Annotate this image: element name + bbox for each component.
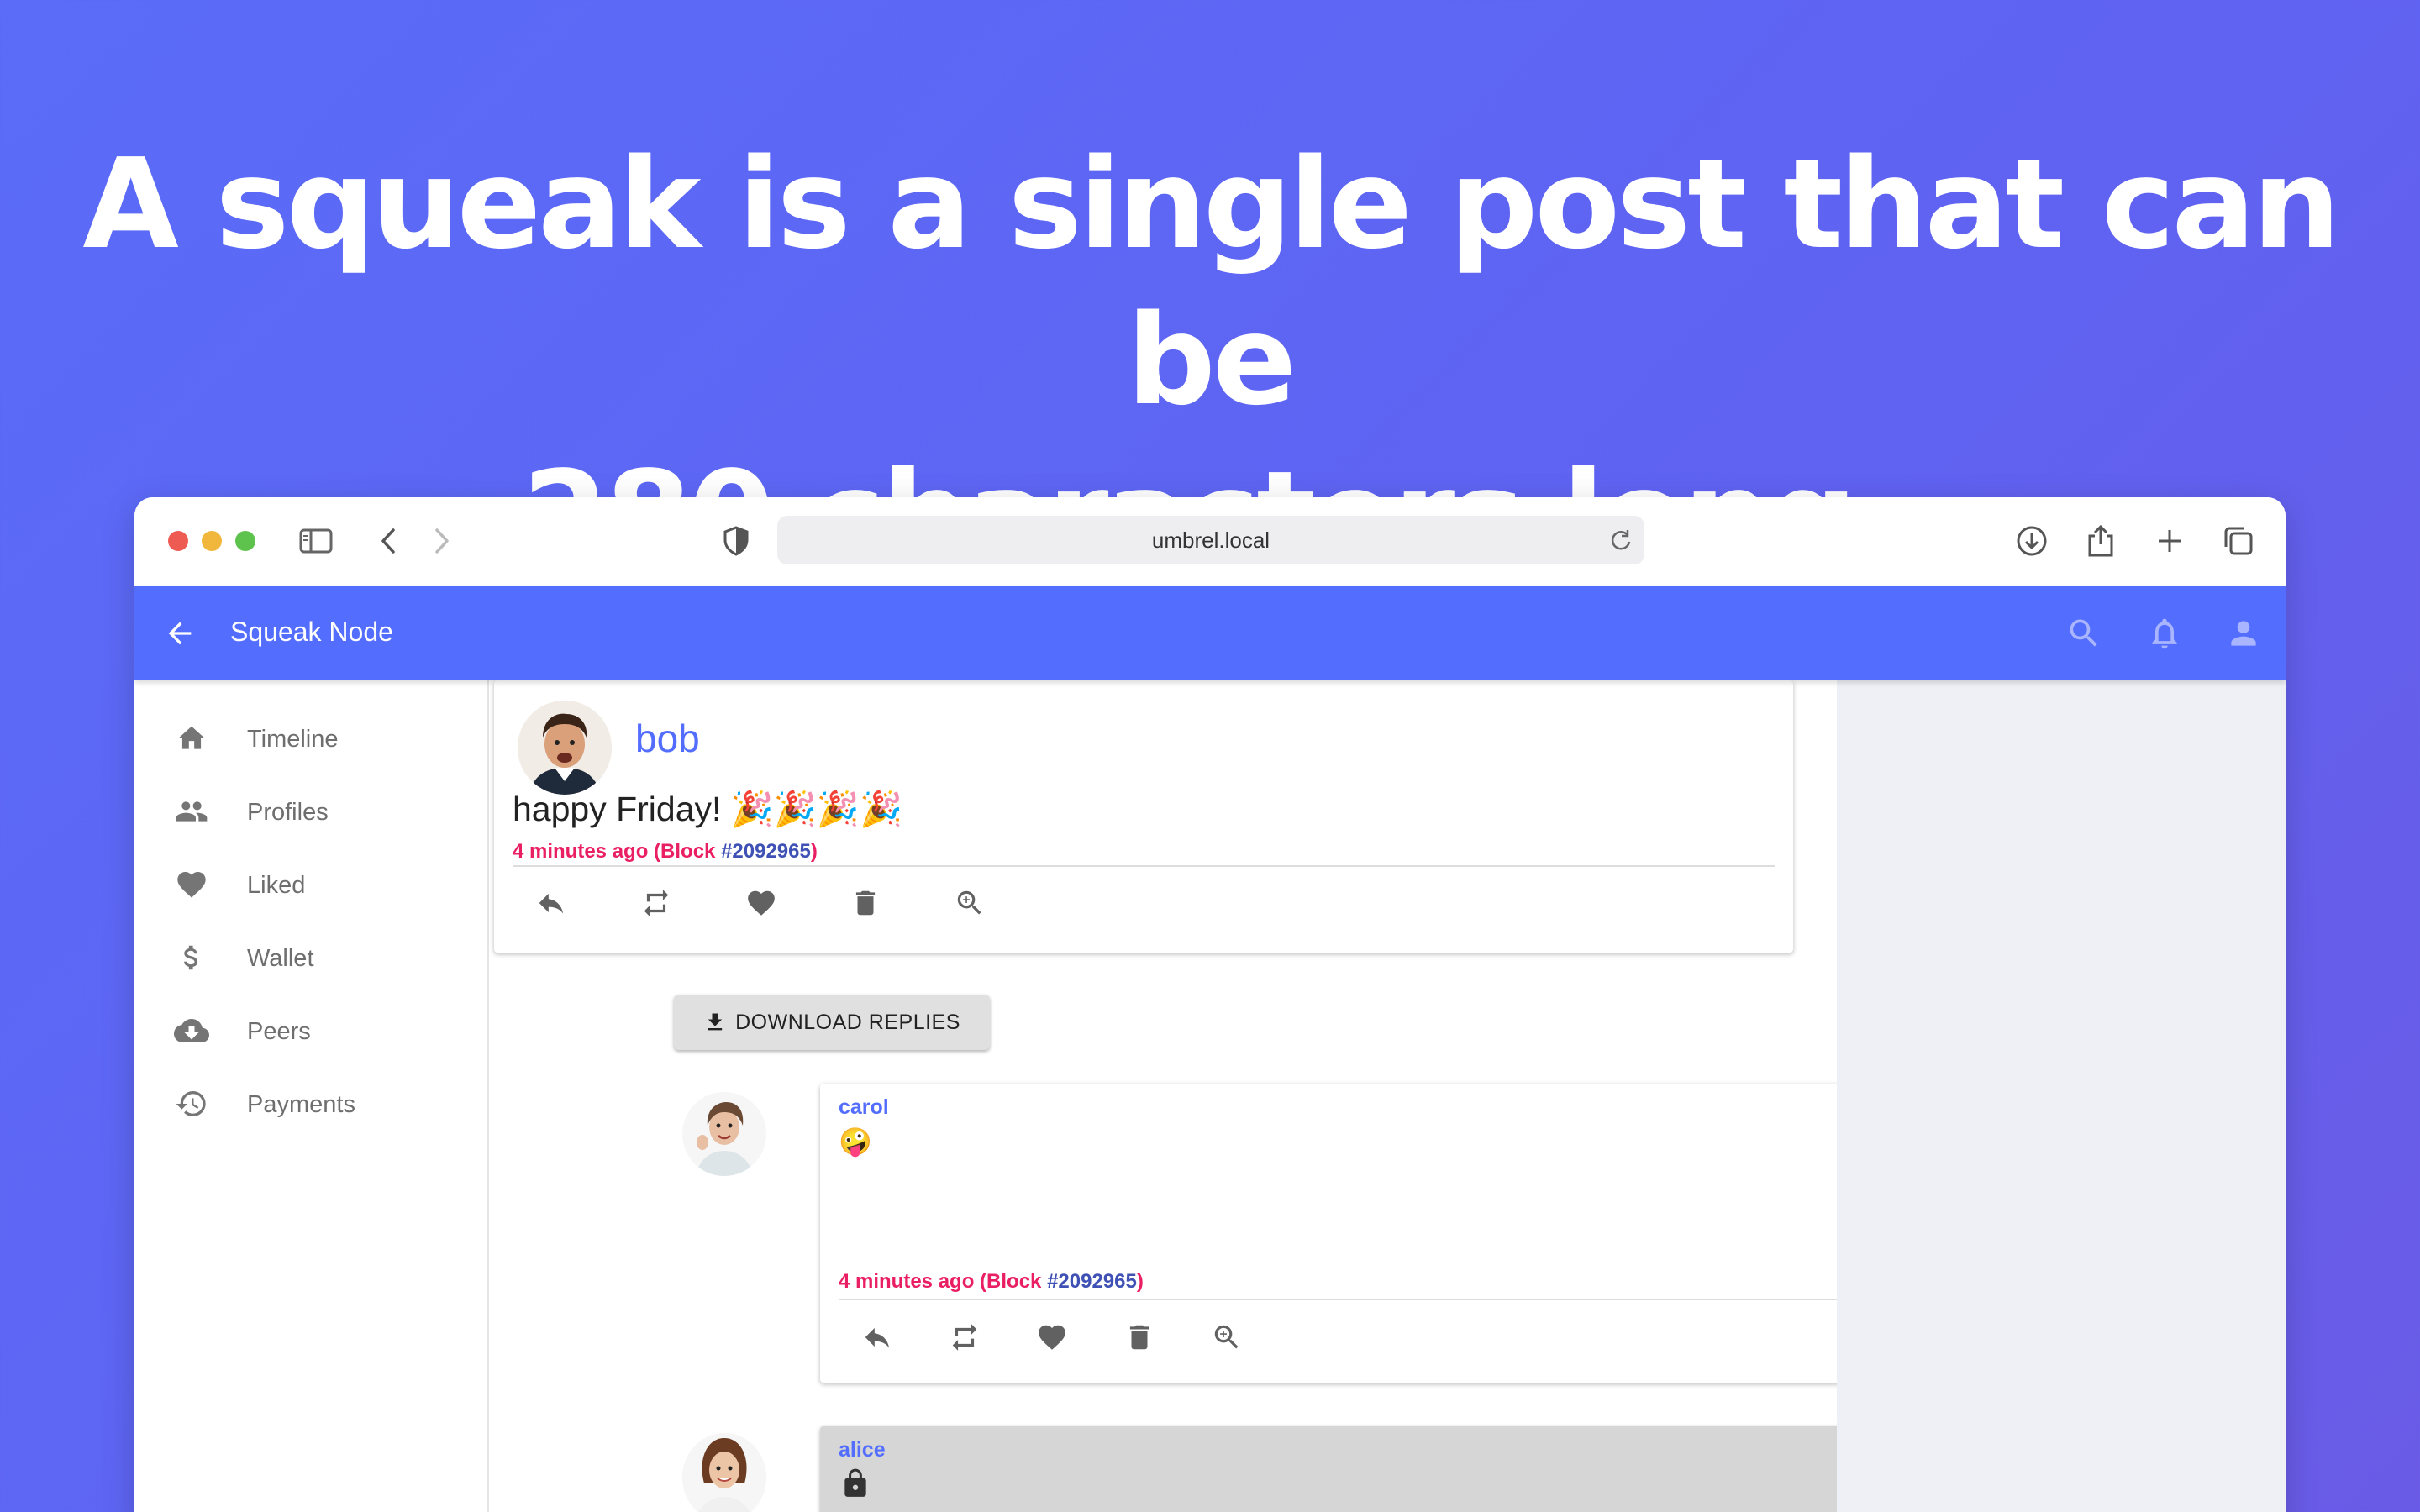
squeak-block-close: ) [810, 840, 818, 863]
sidebar-item-label: Wallet [247, 945, 314, 972]
tabs-icon[interactable] [2220, 522, 2257, 559]
people-icon [173, 793, 210, 830]
sidebar-item-label: Peers [247, 1018, 311, 1045]
delete-icon[interactable] [1121, 1319, 1158, 1356]
delete-icon[interactable] [847, 885, 884, 921]
avatar[interactable] [518, 701, 612, 795]
squeak-time: 4 minutes ago (Block [513, 840, 722, 863]
divider [839, 1299, 1881, 1300]
squeak-author[interactable]: bob [635, 716, 700, 761]
sidebar-item-timeline[interactable]: Timeline [134, 702, 489, 774]
reload-icon[interactable] [1607, 527, 1634, 554]
like-icon[interactable] [1034, 1319, 1071, 1356]
squeak-thread: bob happy Friday! 🎉🎉🎉🎉 4 minutes ago (Bl… [491, 680, 1899, 1512]
sidebar-item-label: Profiles [247, 799, 329, 826]
address-bar[interactable]: umbrel.local [777, 516, 1644, 564]
cloud-download-icon [173, 1012, 210, 1049]
maximize-window-button[interactable] [235, 531, 255, 551]
reply-icon[interactable] [533, 885, 570, 921]
download-replies-button[interactable]: DOWNLOAD REPLIES [674, 995, 990, 1050]
bob-avatar-icon [518, 701, 612, 795]
minimize-window-button[interactable] [202, 531, 222, 551]
reply-block[interactable]: #2092965 [1047, 1270, 1137, 1293]
squeak-text: happy Friday! 🎉🎉🎉🎉 [513, 790, 902, 828]
carol-avatar-icon [682, 1092, 766, 1176]
reply-timestamp[interactable]: 4 minutes ago (Block #2092965) [839, 1270, 1144, 1294]
reply-author[interactable]: alice [839, 1438, 886, 1462]
like-icon[interactable] [743, 885, 780, 921]
url-text: umbrel.local [1151, 527, 1270, 553]
dollar-icon [173, 939, 210, 976]
sidebar-item-label: Payments [247, 1091, 355, 1118]
sidebar-icon[interactable] [297, 522, 334, 559]
reply-icon[interactable] [859, 1319, 896, 1356]
headline-line-1: A squeak is a single post that can be [82, 132, 2340, 433]
close-window-button[interactable] [168, 531, 188, 551]
sidebar-item-payments[interactable]: Payments [134, 1068, 489, 1140]
forward-icon[interactable] [424, 522, 460, 559]
resqueak-icon[interactable] [946, 1319, 983, 1356]
sidebar-item-label: Liked [247, 872, 306, 899]
app-content: Timeline Profiles Liked Wallet Peers Pay… [134, 680, 2286, 1512]
sidebar-item-label: Timeline [247, 726, 339, 753]
locked-reply-card[interactable]: alice [820, 1426, 1899, 1512]
app-bar: Squeak Node [134, 586, 2286, 680]
browser-window: umbrel.local Squeak Node Timeline Profil… [134, 497, 2286, 1512]
shield-icon[interactable] [718, 522, 755, 559]
reply-card[interactable]: carol 🤪 4 minutes ago (Block #2092965) [820, 1084, 1899, 1383]
sidebar-item-liked[interactable]: Liked [134, 848, 489, 921]
browser-toolbar: umbrel.local [134, 497, 2286, 586]
download-replies-label: DOWNLOAD REPLIES [735, 1010, 960, 1034]
sidebar-item-wallet[interactable]: Wallet [134, 921, 489, 994]
bell-icon[interactable] [2143, 612, 2186, 655]
reply-time: 4 minutes ago (Block [839, 1270, 1048, 1293]
reply-text: 🤪 [839, 1126, 872, 1157]
alice-avatar-icon [682, 1433, 766, 1512]
reply-block-close: ) [1136, 1270, 1144, 1293]
squeak-timestamp[interactable]: 4 minutes ago (Block #2092965) [513, 840, 818, 864]
divider [513, 865, 1775, 867]
lock-icon [837, 1465, 874, 1502]
share-icon[interactable] [2082, 522, 2119, 559]
right-panel [1837, 680, 2286, 1512]
new-tab-icon[interactable] [2151, 522, 2188, 559]
reply-author[interactable]: carol [839, 1095, 889, 1120]
sidebar-item-profiles[interactable]: Profiles [134, 775, 489, 848]
search-icon[interactable] [2062, 612, 2106, 655]
download-icon [708, 1013, 723, 1031]
squeak-card[interactable]: bob happy Friday! 🎉🎉🎉🎉 4 minutes ago (Bl… [494, 680, 1793, 953]
arrow-back-icon[interactable] [158, 612, 202, 655]
resqueak-icon[interactable] [638, 885, 675, 921]
squeak-block[interactable]: #2092965 [721, 840, 811, 863]
back-icon[interactable] [370, 522, 407, 559]
avatar[interactable] [682, 1433, 766, 1512]
avatar[interactable] [682, 1092, 766, 1176]
app-title: Squeak Node [230, 617, 393, 647]
account-icon[interactable] [2222, 612, 2265, 655]
download-icon[interactable] [2013, 522, 2050, 559]
sidebar: Timeline Profiles Liked Wallet Peers Pay… [134, 680, 489, 1512]
sidebar-item-peers[interactable]: Peers [134, 995, 489, 1067]
zoom-icon[interactable] [951, 885, 988, 921]
history-icon [173, 1085, 210, 1122]
zoom-icon[interactable] [1208, 1319, 1245, 1356]
heart-icon [173, 866, 210, 903]
home-icon [173, 720, 210, 757]
